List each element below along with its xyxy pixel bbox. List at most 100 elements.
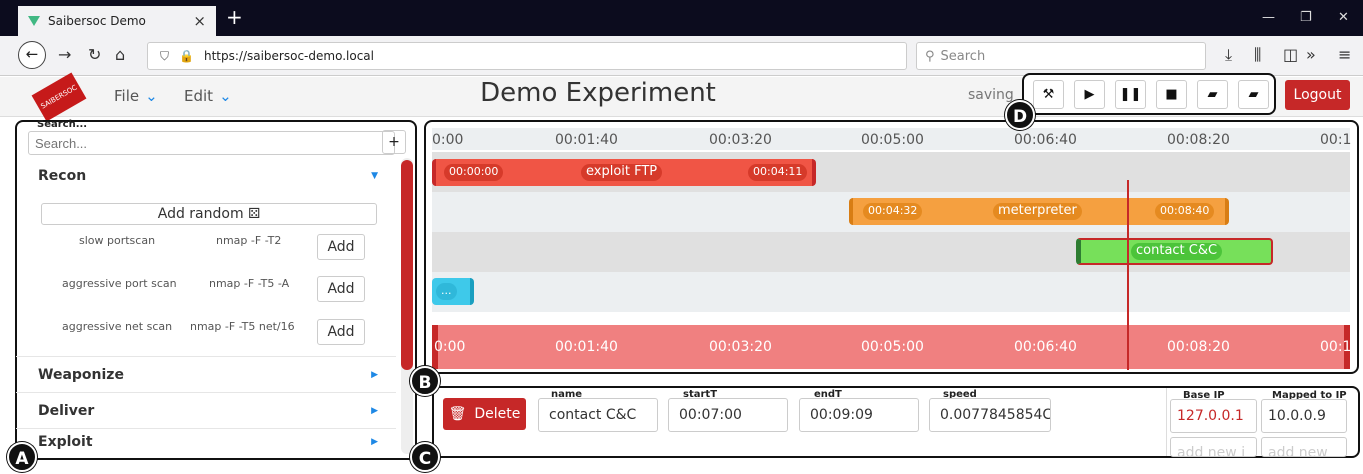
tick-label: 00:1 — [1320, 132, 1352, 148]
tick-label: 00:08:20 — [1167, 132, 1230, 148]
tick-label: 00:03:20 — [709, 132, 772, 148]
url-bar[interactable]: ⛉ 🔒 https://saibersoc-demo.local — [147, 42, 907, 70]
reload-icon[interactable]: ↻ — [88, 45, 101, 64]
tick-label: 00:05:00 — [861, 132, 924, 148]
add-technique-button[interactable]: Add — [317, 276, 365, 302]
pause-icon[interactable]: ❚❚ — [1115, 79, 1146, 109]
mapped-ip-field[interactable]: 10.0.0.9 — [1261, 399, 1347, 433]
hammer-icon[interactable]: ⚒ — [1033, 79, 1064, 109]
technique-command: nmap -F -T5 -A — [209, 277, 290, 290]
back-icon[interactable]: ← — [18, 41, 46, 69]
annotation-a: A — [7, 442, 37, 472]
logout-button[interactable]: Logout — [1285, 80, 1350, 110]
chevron-down-icon: ▼ — [371, 171, 378, 181]
browser-search-input[interactable]: ⚲ Search — [916, 42, 1206, 70]
play-icon[interactable]: ▶ — [1074, 79, 1105, 109]
overflow-icon[interactable]: » — [1306, 45, 1316, 64]
technique-name: aggressive net scan — [62, 320, 173, 333]
chevron-right-icon: ▶ — [371, 405, 378, 416]
restore-icon[interactable]: ❐ — [1300, 10, 1312, 25]
end-time-field[interactable]: 00:09:09 — [799, 398, 919, 432]
annotation-d: D — [1005, 100, 1035, 130]
chevron-right-icon: ▶ — [371, 369, 378, 380]
home-icon[interactable]: ⌂ — [115, 45, 125, 64]
tick-label: 00:06:40 — [1014, 132, 1077, 148]
add-phase-button[interactable]: + — [382, 130, 406, 154]
event-end-time: 00:08:40 — [1155, 203, 1215, 220]
event-contact-cc[interactable]: contact C&C — [1076, 238, 1273, 265]
phase-weaponize[interactable]: Weaponize ▶ — [16, 356, 396, 392]
add-technique-button[interactable]: Add — [317, 319, 365, 345]
download-icon[interactable]: ⤓ — [1225, 45, 1232, 65]
minimap-tick-label: 00:05:00 — [861, 339, 924, 355]
speed-field[interactable]: 0.0077845854C — [929, 398, 1051, 432]
name-field[interactable]: contact C&C — [538, 398, 658, 432]
minimap-tick-label: 00:1 — [1320, 339, 1352, 355]
chevron-right-icon: ▶ — [371, 436, 378, 447]
hamburger-menu-icon[interactable]: ≡ — [1338, 45, 1351, 64]
event-start-time: 00:04:32 — [863, 203, 923, 220]
event-meterpreter[interactable]: 00:04:32 meterpreter 00:08:40 — [849, 198, 1229, 225]
delete-button[interactable]: 🗑 Delete — [443, 398, 526, 430]
annotation-b: B — [410, 366, 440, 396]
minimap-tick-label: 00:01:40 — [555, 339, 618, 355]
divider — [1166, 388, 1167, 456]
browser-navbar: ← → ↻ ⌂ ⛉ 🔒 https://saibersoc-demo.local… — [0, 36, 1363, 76]
status-text: saving — [968, 87, 1014, 103]
minimap-tick-label: 00:03:20 — [709, 339, 772, 355]
add-technique-button[interactable]: Add — [317, 234, 365, 260]
technique-command: nmap -F -T5 net/16 — [190, 320, 295, 333]
phase-deliver[interactable]: Deliver ▶ — [16, 392, 396, 428]
tick-label: 00:01:40 — [555, 132, 618, 148]
minimap-tick-label: 00:06:40 — [1014, 339, 1077, 355]
browser-titlebar: Saibersoc Demo × + — ❐ ✕ — [0, 0, 1363, 36]
new-base-ip-field[interactable]: add new i — [1170, 437, 1257, 457]
phase-exploit[interactable]: Exploit ▶ — [16, 428, 396, 454]
add-random-button[interactable]: Add random ⚄ — [41, 203, 377, 225]
new-mapped-ip-field[interactable]: add new — [1261, 437, 1347, 457]
tick-label: 0:00 — [432, 132, 464, 148]
event-name: ... — [436, 283, 457, 300]
browser-tab[interactable]: Saibersoc Demo × — [18, 6, 216, 36]
library-icon[interactable]: ⫼ — [1254, 45, 1261, 65]
minimap-tick-label: 00:08:20 — [1167, 339, 1230, 355]
event-name: contact C&C — [1131, 243, 1223, 260]
sidebar-icon[interactable]: ◫ — [1283, 45, 1298, 64]
minimize-icon[interactable]: — — [1262, 10, 1275, 25]
playhead-cursor[interactable] — [1127, 180, 1129, 370]
folder-download-icon[interactable]: ▰ — [1238, 79, 1269, 109]
search-label: Search... — [37, 119, 88, 130]
add-random-label: Add random — [157, 206, 244, 222]
window-close-icon[interactable]: ✕ — [1338, 10, 1349, 25]
event-start-time: 00:00:00 — [444, 164, 504, 181]
start-time-field[interactable]: 00:07:00 — [668, 398, 788, 432]
phase-label: Weaponize — [38, 366, 124, 383]
url-text: https://saibersoc-demo.local — [203, 49, 374, 63]
vue-logo-icon — [28, 16, 40, 26]
technique-name: aggressive port scan — [62, 277, 177, 290]
technique-search-input[interactable] — [28, 131, 395, 155]
event-more[interactable]: ... — [432, 278, 474, 305]
technique-command: nmap -F -T2 — [216, 234, 282, 247]
scrollbar-thumb[interactable] — [401, 160, 413, 370]
event-name: meterpreter — [993, 203, 1082, 220]
shield-icon: ⛉ — [160, 48, 170, 63]
new-tab-icon[interactable]: + — [226, 5, 243, 29]
tab-close-icon[interactable]: × — [193, 12, 206, 30]
stop-icon[interactable]: ■ — [1156, 79, 1187, 109]
technique-name: slow portscan — [79, 234, 156, 247]
base-ip-field[interactable]: 127.0.0.1 — [1170, 399, 1257, 433]
annotation-c: C — [410, 442, 440, 472]
event-exploit-ftp[interactable]: 00:00:00 exploit FTP 00:04:11 — [432, 159, 816, 186]
trash-icon: 🗑 — [448, 406, 467, 422]
phase-label: Recon — [38, 168, 87, 184]
tab-title: Saibersoc Demo — [48, 14, 146, 28]
minimap-tick-label: 0:00 — [434, 339, 466, 355]
forward-icon[interactable]: → — [58, 45, 71, 64]
event-name: exploit FTP — [581, 164, 663, 181]
folder-add-icon[interactable]: ▰ — [1197, 79, 1228, 109]
phase-recon[interactable]: Recon ▼ — [16, 158, 396, 194]
search-icon: ⚲ — [925, 48, 935, 64]
timeline-lane — [432, 272, 1350, 312]
phase-label: Deliver — [38, 402, 95, 419]
